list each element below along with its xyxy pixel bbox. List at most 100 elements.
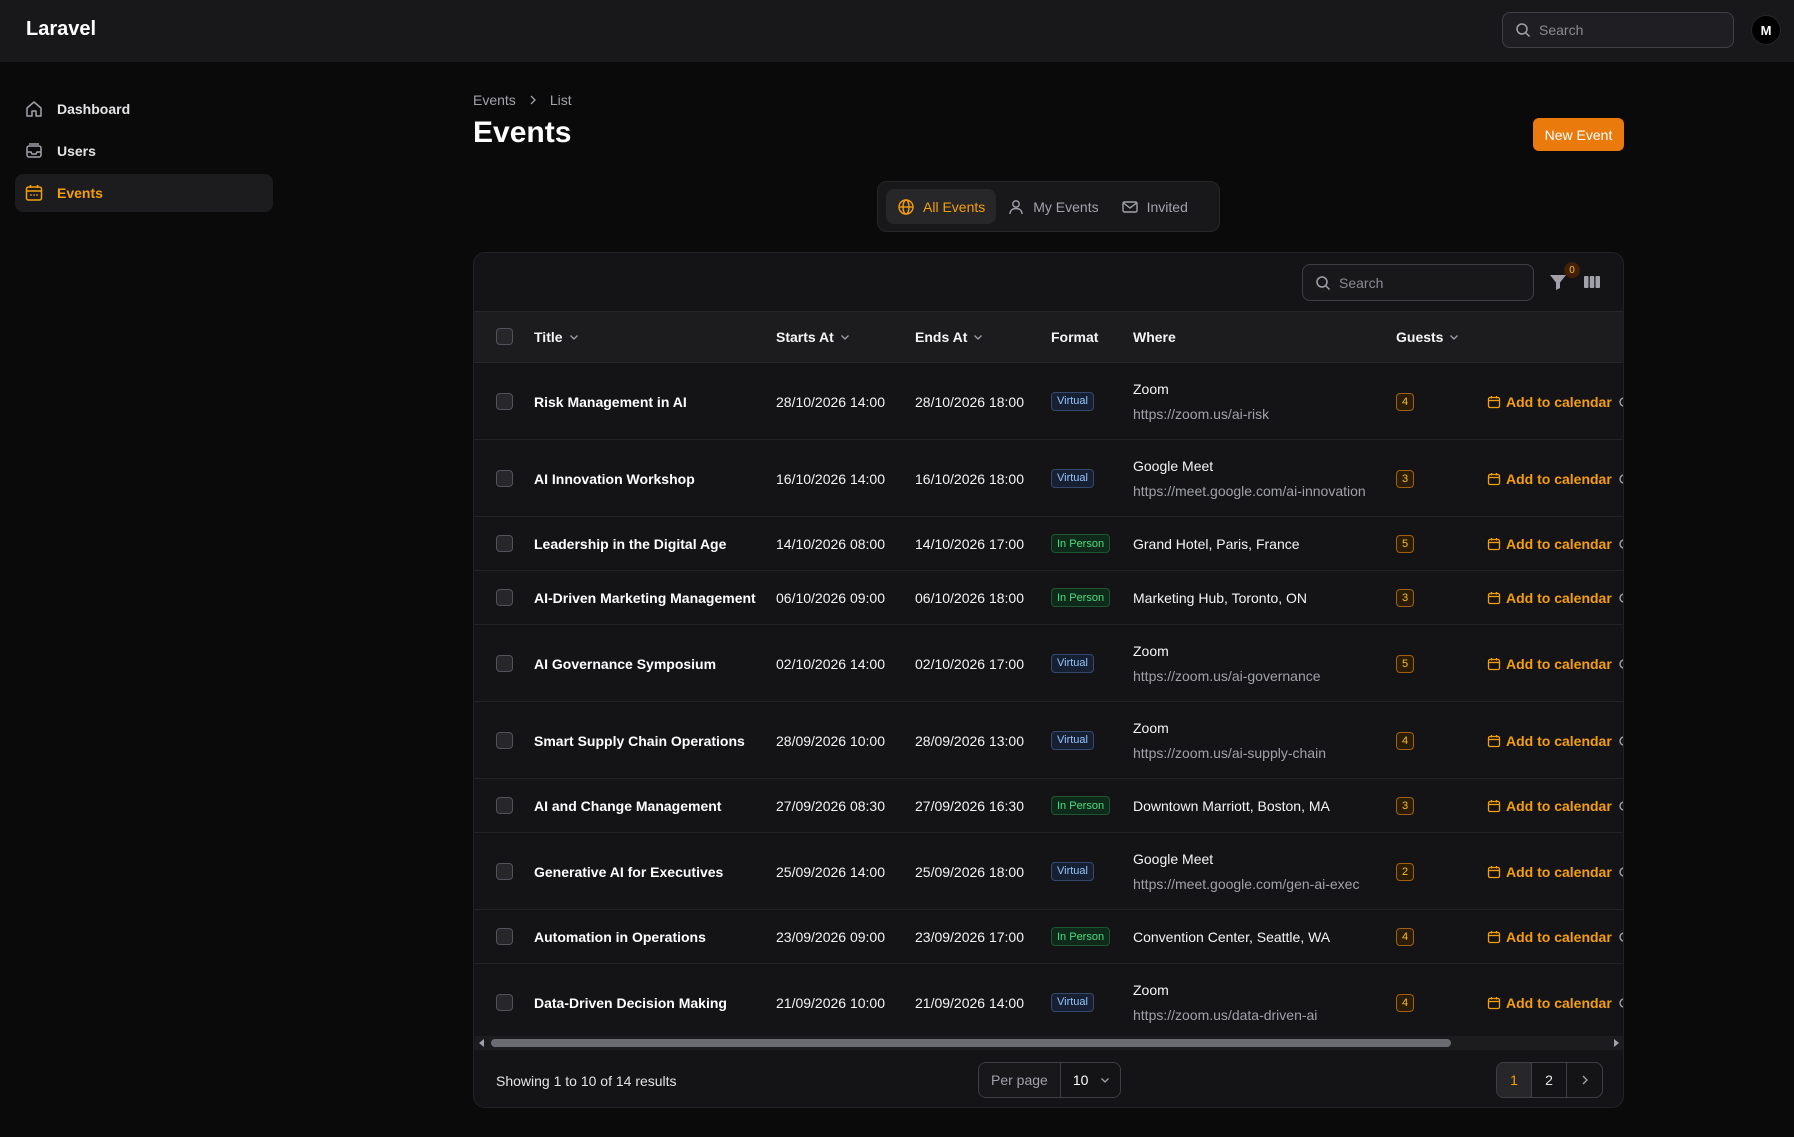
row-actions-icon[interactable] xyxy=(1619,658,1624,669)
event-starts-at: 23/09/2026 09:00 xyxy=(776,929,885,945)
table-row[interactable]: Leadership in the Digital Age 14/10/2026 … xyxy=(474,517,1624,571)
tab-all-events[interactable]: All Events xyxy=(886,189,997,224)
row-actions-icon[interactable] xyxy=(1619,539,1624,549)
column-header-guests[interactable]: Guests xyxy=(1396,312,1459,362)
row-actions-icon[interactable] xyxy=(1619,997,1624,1008)
event-where-link[interactable]: https://zoom.us/ai-governance xyxy=(1133,668,1321,684)
row-actions-icon[interactable] xyxy=(1619,801,1624,811)
row-actions-icon[interactable] xyxy=(1619,473,1624,484)
row-checkbox[interactable] xyxy=(496,928,513,945)
add-to-calendar-button[interactable]: Add to calendar xyxy=(1487,864,1612,880)
column-header-title[interactable]: Title xyxy=(534,312,579,362)
scroll-left-icon[interactable] xyxy=(478,1039,486,1047)
per-page-select[interactable]: Per page 10 xyxy=(978,1062,1122,1098)
add-to-calendar-button[interactable]: Add to calendar xyxy=(1487,471,1612,487)
event-title[interactable]: AI Governance Symposium xyxy=(534,656,716,672)
add-to-calendar-button[interactable]: Add to calendar xyxy=(1487,536,1612,552)
event-starts-at: 25/09/2026 14:00 xyxy=(776,863,885,880)
brand-logo[interactable]: Laravel xyxy=(26,18,96,41)
column-header-ends-at[interactable]: Ends At xyxy=(915,312,983,362)
format-badge: In Person xyxy=(1051,927,1111,946)
table-search-input[interactable] xyxy=(1339,274,1519,291)
row-actions-icon[interactable] xyxy=(1619,866,1624,877)
scroll-right-icon[interactable] xyxy=(1612,1039,1620,1047)
table-row[interactable]: Automation in Operations 23/09/2026 09:00… xyxy=(474,910,1624,964)
event-title[interactable]: Leadership in the Digital Age xyxy=(534,536,726,552)
row-actions-icon[interactable] xyxy=(1619,735,1624,746)
add-to-calendar-button[interactable]: Add to calendar xyxy=(1487,798,1612,814)
row-checkbox[interactable] xyxy=(496,589,513,606)
filter-count-badge: 0 xyxy=(1564,262,1580,278)
event-where: Downtown Marriott, Boston, MA xyxy=(1133,798,1330,814)
table-row[interactable]: AI and Change Management 27/09/2026 08:30… xyxy=(474,779,1624,833)
columns-icon[interactable] xyxy=(1582,272,1602,292)
row-actions-icon[interactable] xyxy=(1619,932,1624,942)
table-row[interactable]: AI-Driven Marketing Management 06/10/2026… xyxy=(474,571,1624,625)
horizontal-scrollbar[interactable] xyxy=(474,1036,1623,1050)
tab-label: My Events xyxy=(1033,198,1099,215)
select-all-checkbox[interactable] xyxy=(496,328,513,345)
row-checkbox[interactable] xyxy=(496,469,513,487)
sidebar-item-events[interactable]: Events xyxy=(15,174,273,212)
table-row[interactable]: Data-Driven Decision Making 21/09/2026 10… xyxy=(474,964,1624,1041)
add-to-calendar-button[interactable]: Add to calendar xyxy=(1487,929,1612,945)
column-header-format: Format xyxy=(1051,329,1099,345)
table-row[interactable]: Generative AI for Executives 25/09/2026 1… xyxy=(474,833,1624,910)
page-button-2[interactable]: 2 xyxy=(1532,1063,1567,1097)
row-checkbox[interactable] xyxy=(496,993,513,1011)
table-row[interactable]: AI Innovation Workshop 16/10/2026 14:00 16… xyxy=(474,440,1624,517)
format-badge: Virtual xyxy=(1051,468,1094,488)
scrollbar-thumb[interactable] xyxy=(491,1039,1451,1047)
tab-invited[interactable]: Invited xyxy=(1110,189,1199,224)
event-where: Marketing Hub, Toronto, ON xyxy=(1133,590,1308,606)
row-actions-icon[interactable] xyxy=(1619,396,1624,407)
page-button-1[interactable]: 1 xyxy=(1497,1063,1532,1097)
next-page-button[interactable] xyxy=(1567,1063,1602,1097)
event-where-link[interactable]: https://meet.google.com/gen-ai-exec xyxy=(1133,876,1359,892)
per-page-label: Per page xyxy=(979,1063,1061,1097)
row-checkbox[interactable] xyxy=(496,862,513,880)
event-ends-at: 16/10/2026 18:00 xyxy=(915,470,1024,487)
event-title[interactable]: AI Innovation Workshop xyxy=(534,471,695,487)
event-title[interactable]: Automation in Operations xyxy=(534,929,706,945)
per-page-dropdown[interactable]: 10 xyxy=(1060,1063,1121,1097)
table-row[interactable]: Risk Management in AI 28/10/2026 14:00 28/… xyxy=(474,363,1624,440)
row-checkbox[interactable] xyxy=(496,654,513,672)
row-actions-icon[interactable] xyxy=(1619,593,1624,603)
table-row[interactable]: Smart Supply Chain Operations 28/09/2026 … xyxy=(474,702,1624,779)
row-checkbox[interactable] xyxy=(496,392,513,410)
column-header-starts-at[interactable]: Starts At xyxy=(776,312,850,362)
event-starts-at: 27/09/2026 08:30 xyxy=(776,798,885,814)
table-search[interactable] xyxy=(1302,264,1534,301)
event-title[interactable]: AI-Driven Marketing Management xyxy=(534,590,756,606)
event-where-link[interactable]: https://zoom.us/ai-risk xyxy=(1133,406,1269,422)
event-title[interactable]: Generative AI for Executives xyxy=(534,864,723,880)
event-where-link[interactable]: https://meet.google.com/ai-innovation xyxy=(1133,483,1366,499)
event-title[interactable]: Risk Management in AI xyxy=(534,394,687,410)
add-to-calendar-button[interactable]: Add to calendar xyxy=(1487,733,1612,749)
calendar-icon xyxy=(1487,592,1501,605)
event-title[interactable]: Smart Supply Chain Operations xyxy=(534,733,745,749)
sidebar-item-dashboard[interactable]: Dashboard xyxy=(15,90,273,128)
row-checkbox[interactable] xyxy=(496,535,513,552)
global-search-input[interactable] xyxy=(1539,22,1719,38)
event-title[interactable]: AI and Change Management xyxy=(534,798,721,814)
add-to-calendar-button[interactable]: Add to calendar xyxy=(1487,394,1612,410)
tab-my-events[interactable]: My Events xyxy=(996,189,1109,224)
row-checkbox[interactable] xyxy=(496,797,513,814)
row-checkbox[interactable] xyxy=(496,731,513,749)
event-where-link[interactable]: https://zoom.us/ai-supply-chain xyxy=(1133,745,1326,761)
add-to-calendar-button[interactable]: Add to calendar xyxy=(1487,590,1612,606)
new-event-button[interactable]: New Event xyxy=(1533,118,1624,151)
table-row[interactable]: AI Governance Symposium 02/10/2026 14:00 0… xyxy=(474,625,1624,702)
event-starts-at: 14/10/2026 08:00 xyxy=(776,536,885,552)
event-title[interactable]: Data-Driven Decision Making xyxy=(534,995,727,1011)
format-badge: Virtual xyxy=(1051,730,1094,750)
breadcrumb-item-events[interactable]: Events xyxy=(473,92,516,108)
global-search[interactable] xyxy=(1502,12,1734,48)
add-to-calendar-button[interactable]: Add to calendar xyxy=(1487,995,1612,1011)
user-avatar[interactable]: M xyxy=(1751,15,1781,45)
event-where-link[interactable]: https://zoom.us/data-driven-ai xyxy=(1133,1007,1317,1023)
add-to-calendar-button[interactable]: Add to calendar xyxy=(1487,656,1612,672)
sidebar-item-users[interactable]: Users xyxy=(15,132,273,170)
